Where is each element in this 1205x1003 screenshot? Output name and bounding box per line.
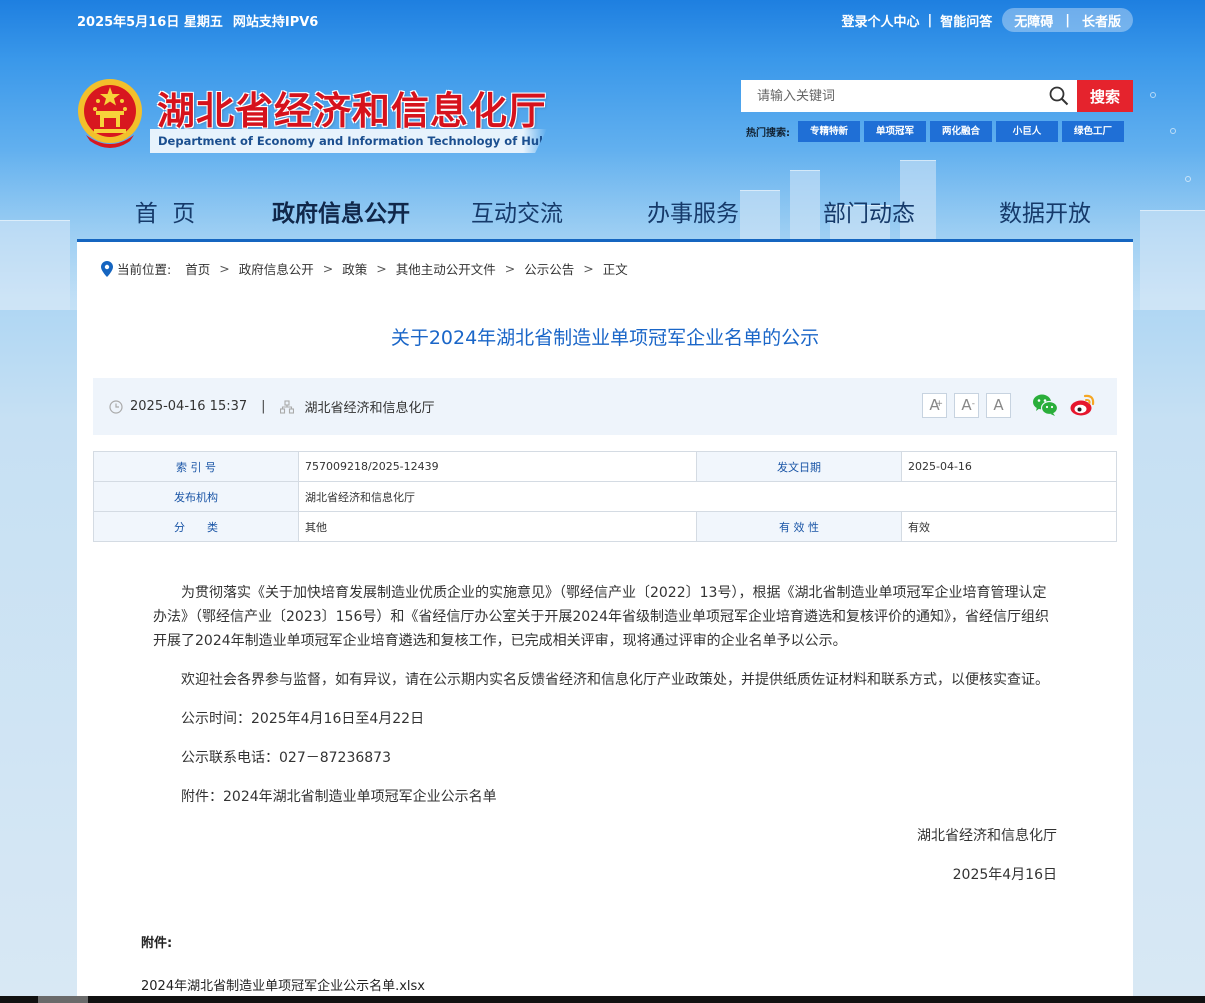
body-paragraph: 公示时间：2025年4月16日至4月22日 xyxy=(181,711,425,727)
topbar-left: 2025年5月16日 星期五 网站支持IPV6 xyxy=(77,10,318,30)
breadcrumb-item[interactable]: 政府信息公开 xyxy=(239,259,314,278)
hot-search-label: 热门搜索: xyxy=(746,127,790,139)
attachment-label: 附件: xyxy=(141,936,173,951)
minus-icon: - xyxy=(971,399,975,409)
font-size-controls: A + A- A xyxy=(922,393,1011,418)
font-increase-button[interactable]: A + xyxy=(922,393,947,418)
article-meta-bar: 2025-04-16 15:37 | 湖北省经济和信息化厅 A + A- A xyxy=(93,378,1117,435)
main-panel: 当前位置: 首页 > 政府信息公开 > 政策 > 其他主动公开文件 > 公示公告… xyxy=(77,242,1133,1003)
publish-source: 湖北省经济和信息化厅 xyxy=(304,401,435,416)
date-value: 2025-04-16 xyxy=(901,451,1117,482)
plus-icon: + xyxy=(935,399,943,409)
font-reset-label: A xyxy=(993,396,1004,414)
national-emblem-icon[interactable] xyxy=(76,77,144,149)
font-decrease-button[interactable]: A- xyxy=(954,393,979,418)
info-table: 索 引 号 757009218/2025-12439 发文日期 2025-04-… xyxy=(93,451,1117,542)
search-icon[interactable] xyxy=(1049,86,1069,106)
category-key: 分 类 xyxy=(93,511,299,542)
site-subtitle: Department of Economy and Information Te… xyxy=(150,129,547,153)
search-button[interactable]: 搜索 xyxy=(1077,80,1133,112)
search-input[interactable] xyxy=(741,81,1031,111)
body-paragraph: 公示联系电话：027－87236873 xyxy=(181,750,391,766)
hot-tag[interactable]: 单项冠军 xyxy=(864,120,926,142)
breadcrumb: 当前位置: 首页 > 政府信息公开 > 政策 > 其他主动公开文件 > 公示公告… xyxy=(101,259,628,278)
font-decrease-label: A xyxy=(961,396,972,414)
signature-date: 2025年4月16日 xyxy=(952,867,1057,883)
meta-separator: | xyxy=(261,399,266,414)
breadcrumb-item[interactable]: 政策 xyxy=(342,259,367,278)
location-pin-icon xyxy=(101,260,113,277)
weibo-icon[interactable] xyxy=(1069,391,1097,419)
article-title: 关于2024年湖北省制造业单项冠军企业名单的公示 xyxy=(390,327,820,349)
organization-icon xyxy=(279,399,294,414)
elder-mode-link[interactable]: 长者版 xyxy=(1082,11,1121,30)
separator: | xyxy=(1065,12,1070,28)
accessible-mode-link[interactable]: 无障碍 xyxy=(1014,11,1053,30)
index-value: 757009218/2025-12439 xyxy=(298,451,697,482)
nav-item-home[interactable]: 首 页 xyxy=(77,192,253,239)
table-row: 分 类 其他 有 效 性 有效 xyxy=(93,511,1117,542)
breadcrumb-item[interactable]: 其他主动公开文件 xyxy=(396,259,496,278)
nav-item-interaction[interactable]: 互动交流 xyxy=(429,192,605,239)
attachment-link[interactable]: 2024年湖北省制造业单项冠军企业公示名单.xlsx xyxy=(141,975,425,994)
clock-icon xyxy=(109,399,123,414)
main-nav: 首 页 政府信息公开 互动交流 办事服务 部门动态 数据开放 xyxy=(77,192,1133,242)
publish-datetime: 2025-04-16 15:37 xyxy=(130,399,248,414)
publisher-key: 发布机构 xyxy=(93,481,299,512)
breadcrumb-item[interactable]: 公示公告 xyxy=(524,259,574,278)
breadcrumb-arrow: > xyxy=(219,261,230,276)
hot-tag[interactable]: 小巨人 xyxy=(996,120,1058,142)
site-title[interactable]: 湖北省经济和信息化厅 xyxy=(157,80,547,135)
validity-key: 有 效 性 xyxy=(696,511,902,542)
body-paragraph: 附件：2024年湖北省制造业单项冠军企业公示名单 xyxy=(181,789,497,805)
hot-search: 热门搜索: 专精特新 单项冠军 两化融合 小巨人 绿色工厂 xyxy=(746,120,1128,142)
nav-item-news[interactable]: 部门动态 xyxy=(781,192,957,239)
breadcrumb-arrow: > xyxy=(504,261,516,276)
scrollbar-thumb[interactable] xyxy=(38,996,88,1003)
separator: | xyxy=(927,12,933,28)
breadcrumb-label: 当前位置: xyxy=(117,262,172,277)
date-key: 发文日期 xyxy=(696,451,902,482)
topbar-right: 登录个人中心 | 智能问答 无障碍 | 长者版 xyxy=(841,8,1133,32)
login-link[interactable]: 登录个人中心 xyxy=(841,11,919,30)
breadcrumb-item-current: 正文 xyxy=(602,262,628,277)
hot-tag[interactable]: 专精特新 xyxy=(798,120,860,142)
table-row: 发布机构 湖北省经济和信息化厅 xyxy=(93,481,1117,512)
horizontal-scrollbar[interactable] xyxy=(0,996,1205,1003)
accessibility-group: 无障碍 | 长者版 xyxy=(1002,8,1133,32)
breadcrumb-arrow: > xyxy=(376,261,387,276)
breadcrumb-arrow: > xyxy=(583,261,594,276)
category-value: 其他 xyxy=(298,511,697,542)
ipv6-support: 网站支持IPV6 xyxy=(232,14,319,30)
table-row: 索 引 号 757009218/2025-12439 发文日期 2025-04-… xyxy=(93,451,1117,482)
nav-item-services[interactable]: 办事服务 xyxy=(605,192,781,239)
wechat-icon[interactable] xyxy=(1031,391,1059,419)
index-key: 索 引 号 xyxy=(93,451,299,482)
publisher-value: 湖北省经济和信息化厅 xyxy=(298,481,1117,512)
current-date: 2025年5月16日 星期五 xyxy=(77,14,223,30)
validity-value: 有效 xyxy=(901,511,1117,542)
nav-item-open-data[interactable]: 数据开放 xyxy=(957,192,1133,239)
nav-item-gov-info[interactable]: 政府信息公开 xyxy=(253,192,429,239)
signature-org: 湖北省经济和信息化厅 xyxy=(917,828,1057,844)
hot-tag[interactable]: 两化融合 xyxy=(930,120,992,142)
search-box xyxy=(741,80,1077,112)
body-paragraph: 为贯彻落实《关于加快培育发展制造业优质企业的实施意见》（鄂经信产业〔2022〕1… xyxy=(153,585,1049,649)
hot-tag[interactable]: 绿色工厂 xyxy=(1062,120,1124,142)
smart-qa-link[interactable]: 智能问答 xyxy=(940,11,992,30)
breadcrumb-arrow: > xyxy=(322,261,334,276)
body-paragraph: 欢迎社会各界参与监督，如有异议，请在公示期内实名反馈省经济和信息化厅产业政策处，… xyxy=(181,672,1049,688)
font-reset-button[interactable]: A xyxy=(986,393,1011,418)
breadcrumb-item[interactable]: 首页 xyxy=(185,259,210,278)
article-body: 为贯彻落实《关于加快培育发展制造业优质企业的实施意见》（鄂经信产业〔2022〕1… xyxy=(153,581,1057,902)
